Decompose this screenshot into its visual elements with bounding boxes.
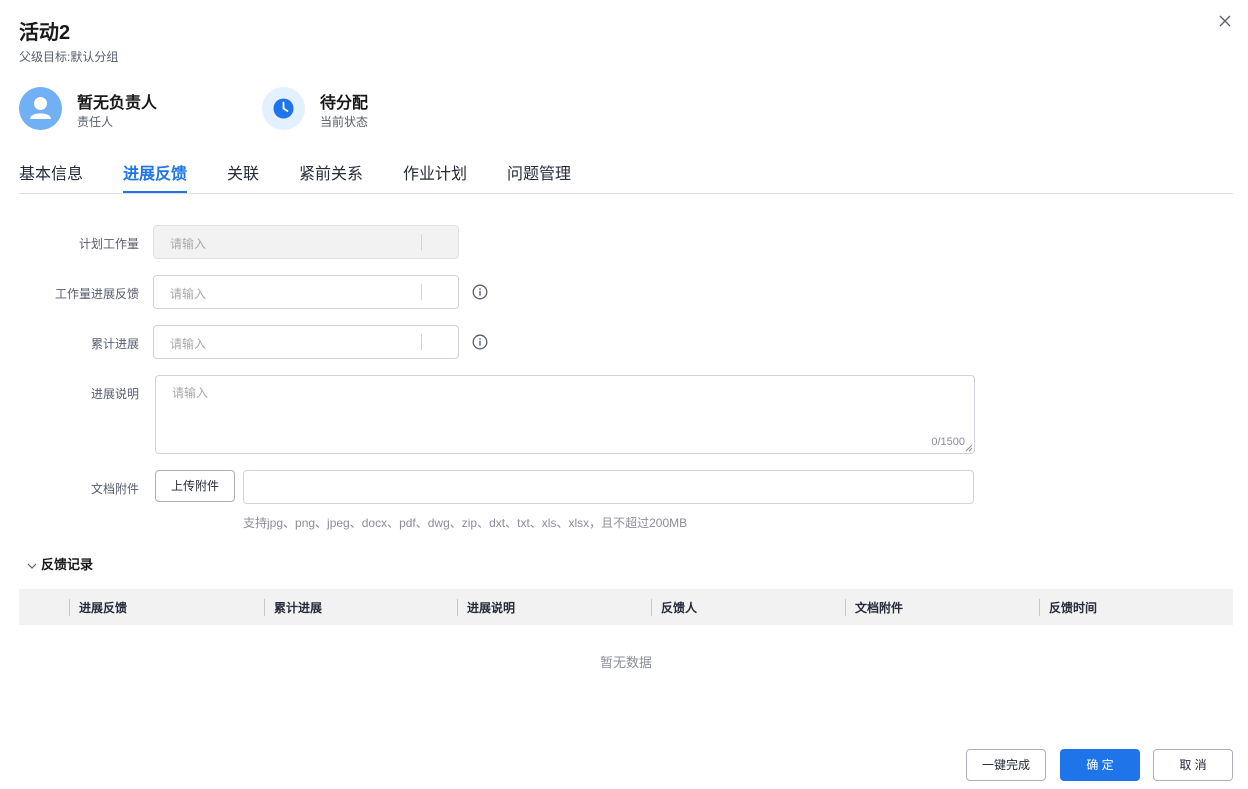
active-tab-indicator	[123, 191, 187, 193]
char-counter: 0/1500	[931, 436, 965, 448]
status-value: 待分配	[320, 95, 369, 112]
column-header: 累计进展	[274, 601, 323, 615]
attachment-hint: 支持jpg、png、jpeg、docx、pdf、dwg、zip、dxt、txt、…	[243, 516, 688, 530]
column-divider	[651, 599, 652, 616]
dialog-title: 活动2	[19, 22, 71, 44]
tab-work-plan[interactable]: 作业计划	[403, 160, 467, 184]
empty-state-text: 暂无数据	[599, 655, 652, 670]
info-icon[interactable]	[472, 334, 488, 350]
clock-icon	[262, 87, 305, 130]
planned-workload-label: 计划工作量	[78, 237, 139, 251]
owner-label: 责任人	[77, 115, 114, 129]
chevron-down-icon	[27, 563, 37, 569]
column-divider	[264, 599, 265, 616]
tab-progress-feedback[interactable]: 进展反馈	[123, 160, 187, 184]
workload-feedback-label: 工作量进展反馈	[54, 287, 139, 301]
cumulative-progress-input[interactable]: 请输入	[153, 325, 459, 359]
feedback-records-toggle[interactable]: 反馈记录	[26, 554, 93, 573]
cumulative-progress-label: 累计进展	[90, 337, 139, 351]
planned-workload-input[interactable]: 请输入	[153, 225, 459, 259]
records-table-header: 进展反馈 累计进展 进展说明 反馈人 文档附件 反馈时间	[19, 589, 1233, 625]
column-header: 反馈时间	[1049, 601, 1098, 615]
input-divider	[421, 284, 422, 300]
tab-relations[interactable]: 关联	[227, 160, 259, 184]
tab-predecessors[interactable]: 紧前关系	[299, 160, 363, 184]
column-divider	[845, 599, 846, 616]
tab-basic-info[interactable]: 基本信息	[19, 160, 83, 184]
feedback-records-title: 反馈记录	[41, 557, 94, 572]
owner-value: 暂无负责人	[77, 95, 158, 112]
progress-note-label: 进展说明	[90, 387, 139, 401]
tab-bar: 基本信息 进展反馈 关联 紧前关系 作业计划 问题管理	[19, 160, 1233, 194]
tab-issue-management[interactable]: 问题管理	[507, 160, 571, 184]
complete-all-button[interactable]: 一键完成	[966, 749, 1046, 781]
column-divider	[1039, 599, 1040, 616]
input-divider	[421, 334, 422, 350]
column-divider	[457, 599, 458, 616]
parent-goal-text: 父级目标:默认分组	[19, 50, 119, 64]
workload-feedback-placeholder: 请输入	[170, 287, 207, 301]
cumulative-progress-placeholder: 请输入	[170, 337, 207, 351]
progress-note-textarea[interactable]: 请输入 0/1500	[155, 375, 975, 454]
confirm-button[interactable]: 确 定	[1060, 749, 1140, 781]
cancel-button[interactable]: 取 消	[1153, 749, 1233, 781]
attachment-file-field[interactable]	[243, 470, 974, 504]
planned-workload-placeholder: 请输入	[170, 237, 207, 251]
info-icon[interactable]	[472, 284, 488, 300]
workload-feedback-input[interactable]: 请输入	[153, 275, 459, 309]
resize-handle-icon[interactable]	[965, 444, 973, 452]
status-label: 当前状态	[320, 115, 369, 129]
close-icon[interactable]	[1216, 12, 1234, 30]
upload-attachment-button[interactable]: 上传附件	[155, 470, 235, 502]
column-header: 文档附件	[855, 601, 904, 615]
column-header: 进展说明	[467, 601, 516, 615]
input-divider	[421, 234, 422, 250]
progress-note-placeholder: 请输入	[172, 386, 209, 400]
column-divider	[69, 599, 70, 616]
column-header: 进展反馈	[79, 601, 128, 615]
user-avatar-icon	[19, 87, 62, 130]
column-header: 反馈人	[661, 601, 698, 615]
attachment-label: 文档附件	[90, 482, 139, 496]
